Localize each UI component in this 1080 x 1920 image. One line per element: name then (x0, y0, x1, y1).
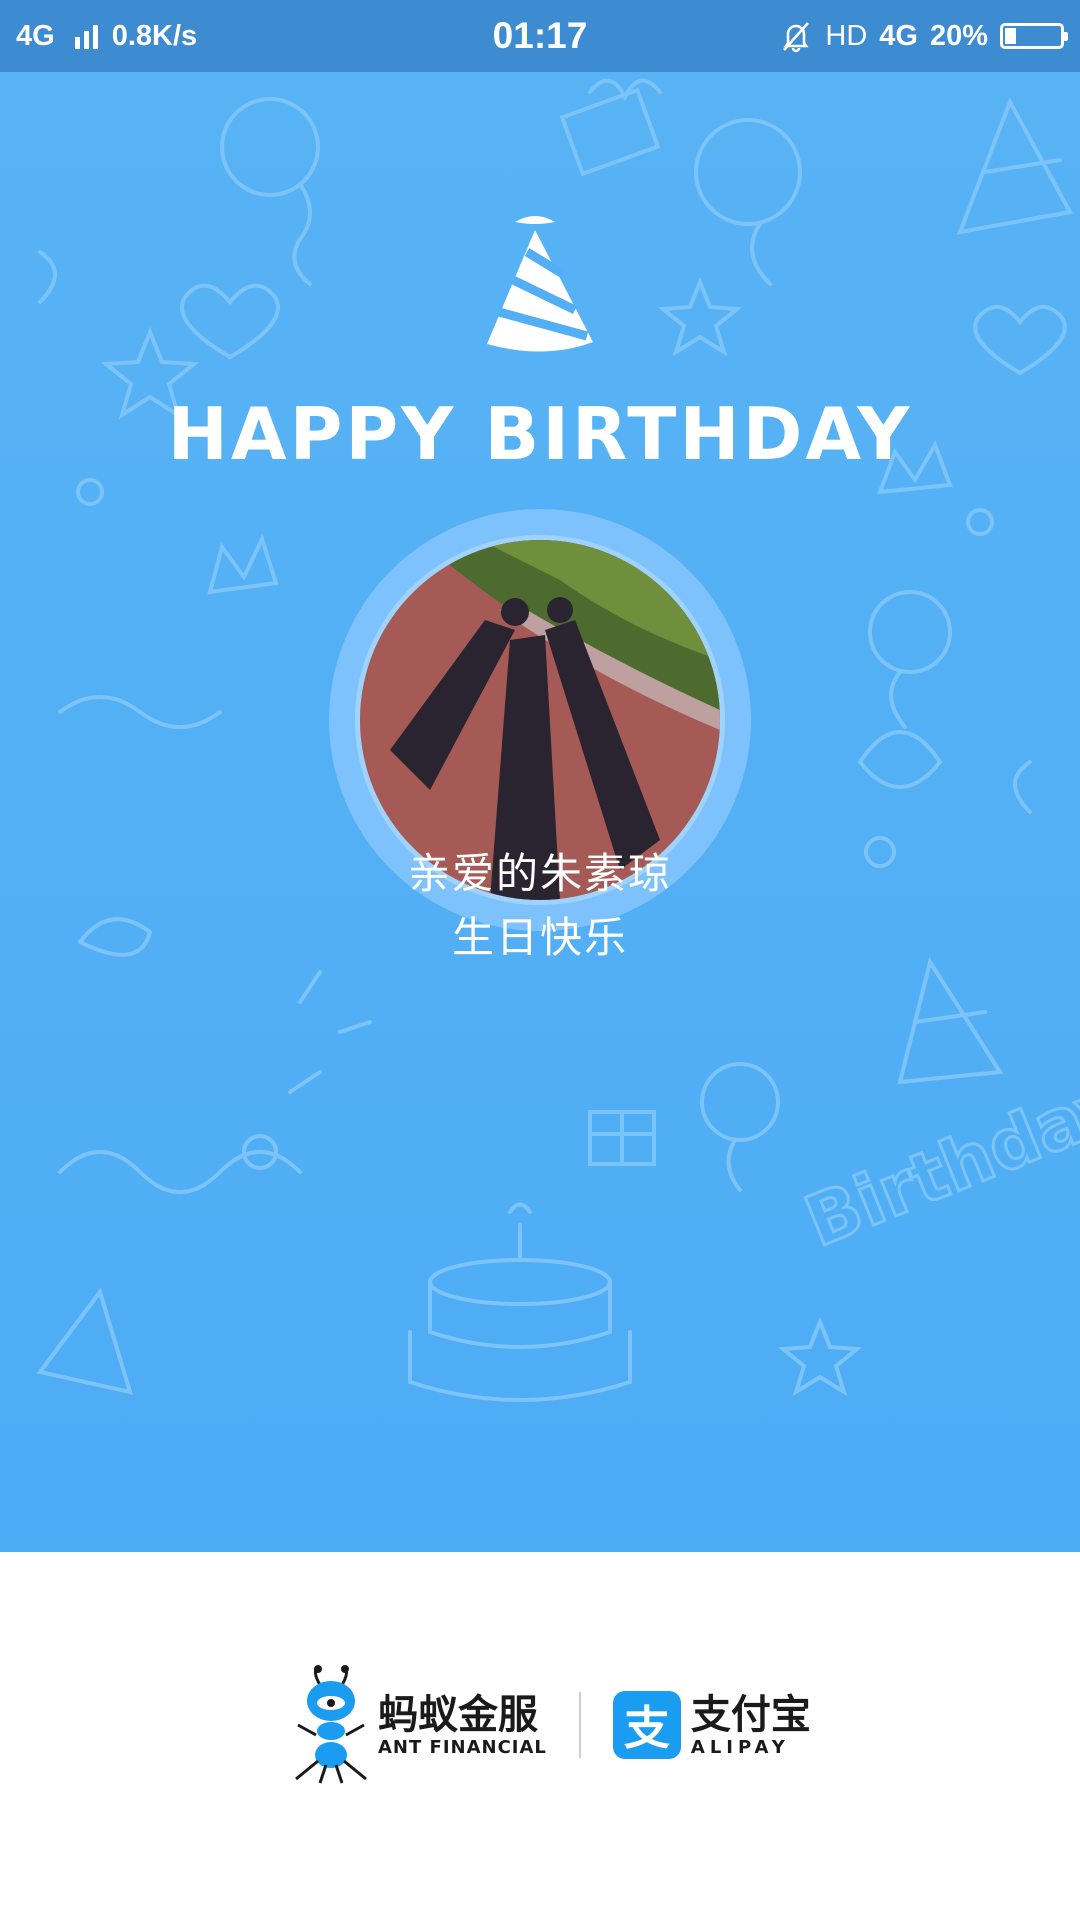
alipay-logo-icon: 支 (612, 1691, 681, 1759)
balloon-icon (694, 118, 802, 286)
greeting-wish: 生日快乐 (451, 913, 628, 962)
ant-name-cn: 蚂蚁金服 (378, 1691, 538, 1738)
party-hat-icon (956, 97, 1074, 235)
alipay-brand: 支付宝 ALIPAY (691, 1693, 811, 1758)
birthday-headline: HAPPY BIRTHDAY (167, 392, 913, 476)
alipay-name-en: ALIPAY (690, 1736, 790, 1758)
network-type-right: 4G (879, 19, 918, 52)
status-right: HD 4G 20% (779, 0, 1068, 72)
gift-icon (588, 1110, 656, 1166)
mute-alarm-icon (783, 22, 810, 53)
brand-row: 蚂蚁金服 ANT FINANCIAL 支 支付宝 ALIPAY (290, 1665, 811, 1785)
battery-percent: 20% (929, 19, 988, 52)
heart-icon (180, 283, 280, 360)
battery-icon (1000, 23, 1068, 49)
status-bar: 4G 0.8K/s 01:17 HD 4G 20% (0, 0, 1080, 72)
ant-financial-brand: 蚂蚁金服 ANT FINANCIAL (378, 1693, 547, 1758)
party-hat-icon (487, 216, 593, 352)
cake-icon (408, 1202, 632, 1402)
battery-fill (1005, 28, 1016, 44)
greeting-name: 亲爱的朱素琼 (407, 849, 672, 898)
svg-text:Birthday: Birthday (794, 1061, 1080, 1263)
ant-financial-logo-icon (295, 1665, 367, 1784)
heart-icon (973, 305, 1067, 376)
ant-name-en: ANT FINANCIAL (378, 1736, 547, 1758)
alipay-name-cn: 支付宝 (690, 1691, 811, 1738)
balloon-icon (700, 1062, 780, 1192)
party-hat-icon (897, 956, 1004, 1085)
balloon-icon (868, 590, 952, 729)
birthday-card: Birthday HAPPY BIRTHDAY 亲爱的朱素琼 生日快乐 (0, 72, 1080, 1552)
star-icon (657, 276, 743, 357)
balloon-icon (220, 97, 320, 286)
gift-icon (559, 78, 662, 177)
brand-divider (578, 1692, 581, 1758)
crown-icon (207, 533, 279, 595)
hd-indicator: HD (825, 19, 868, 52)
